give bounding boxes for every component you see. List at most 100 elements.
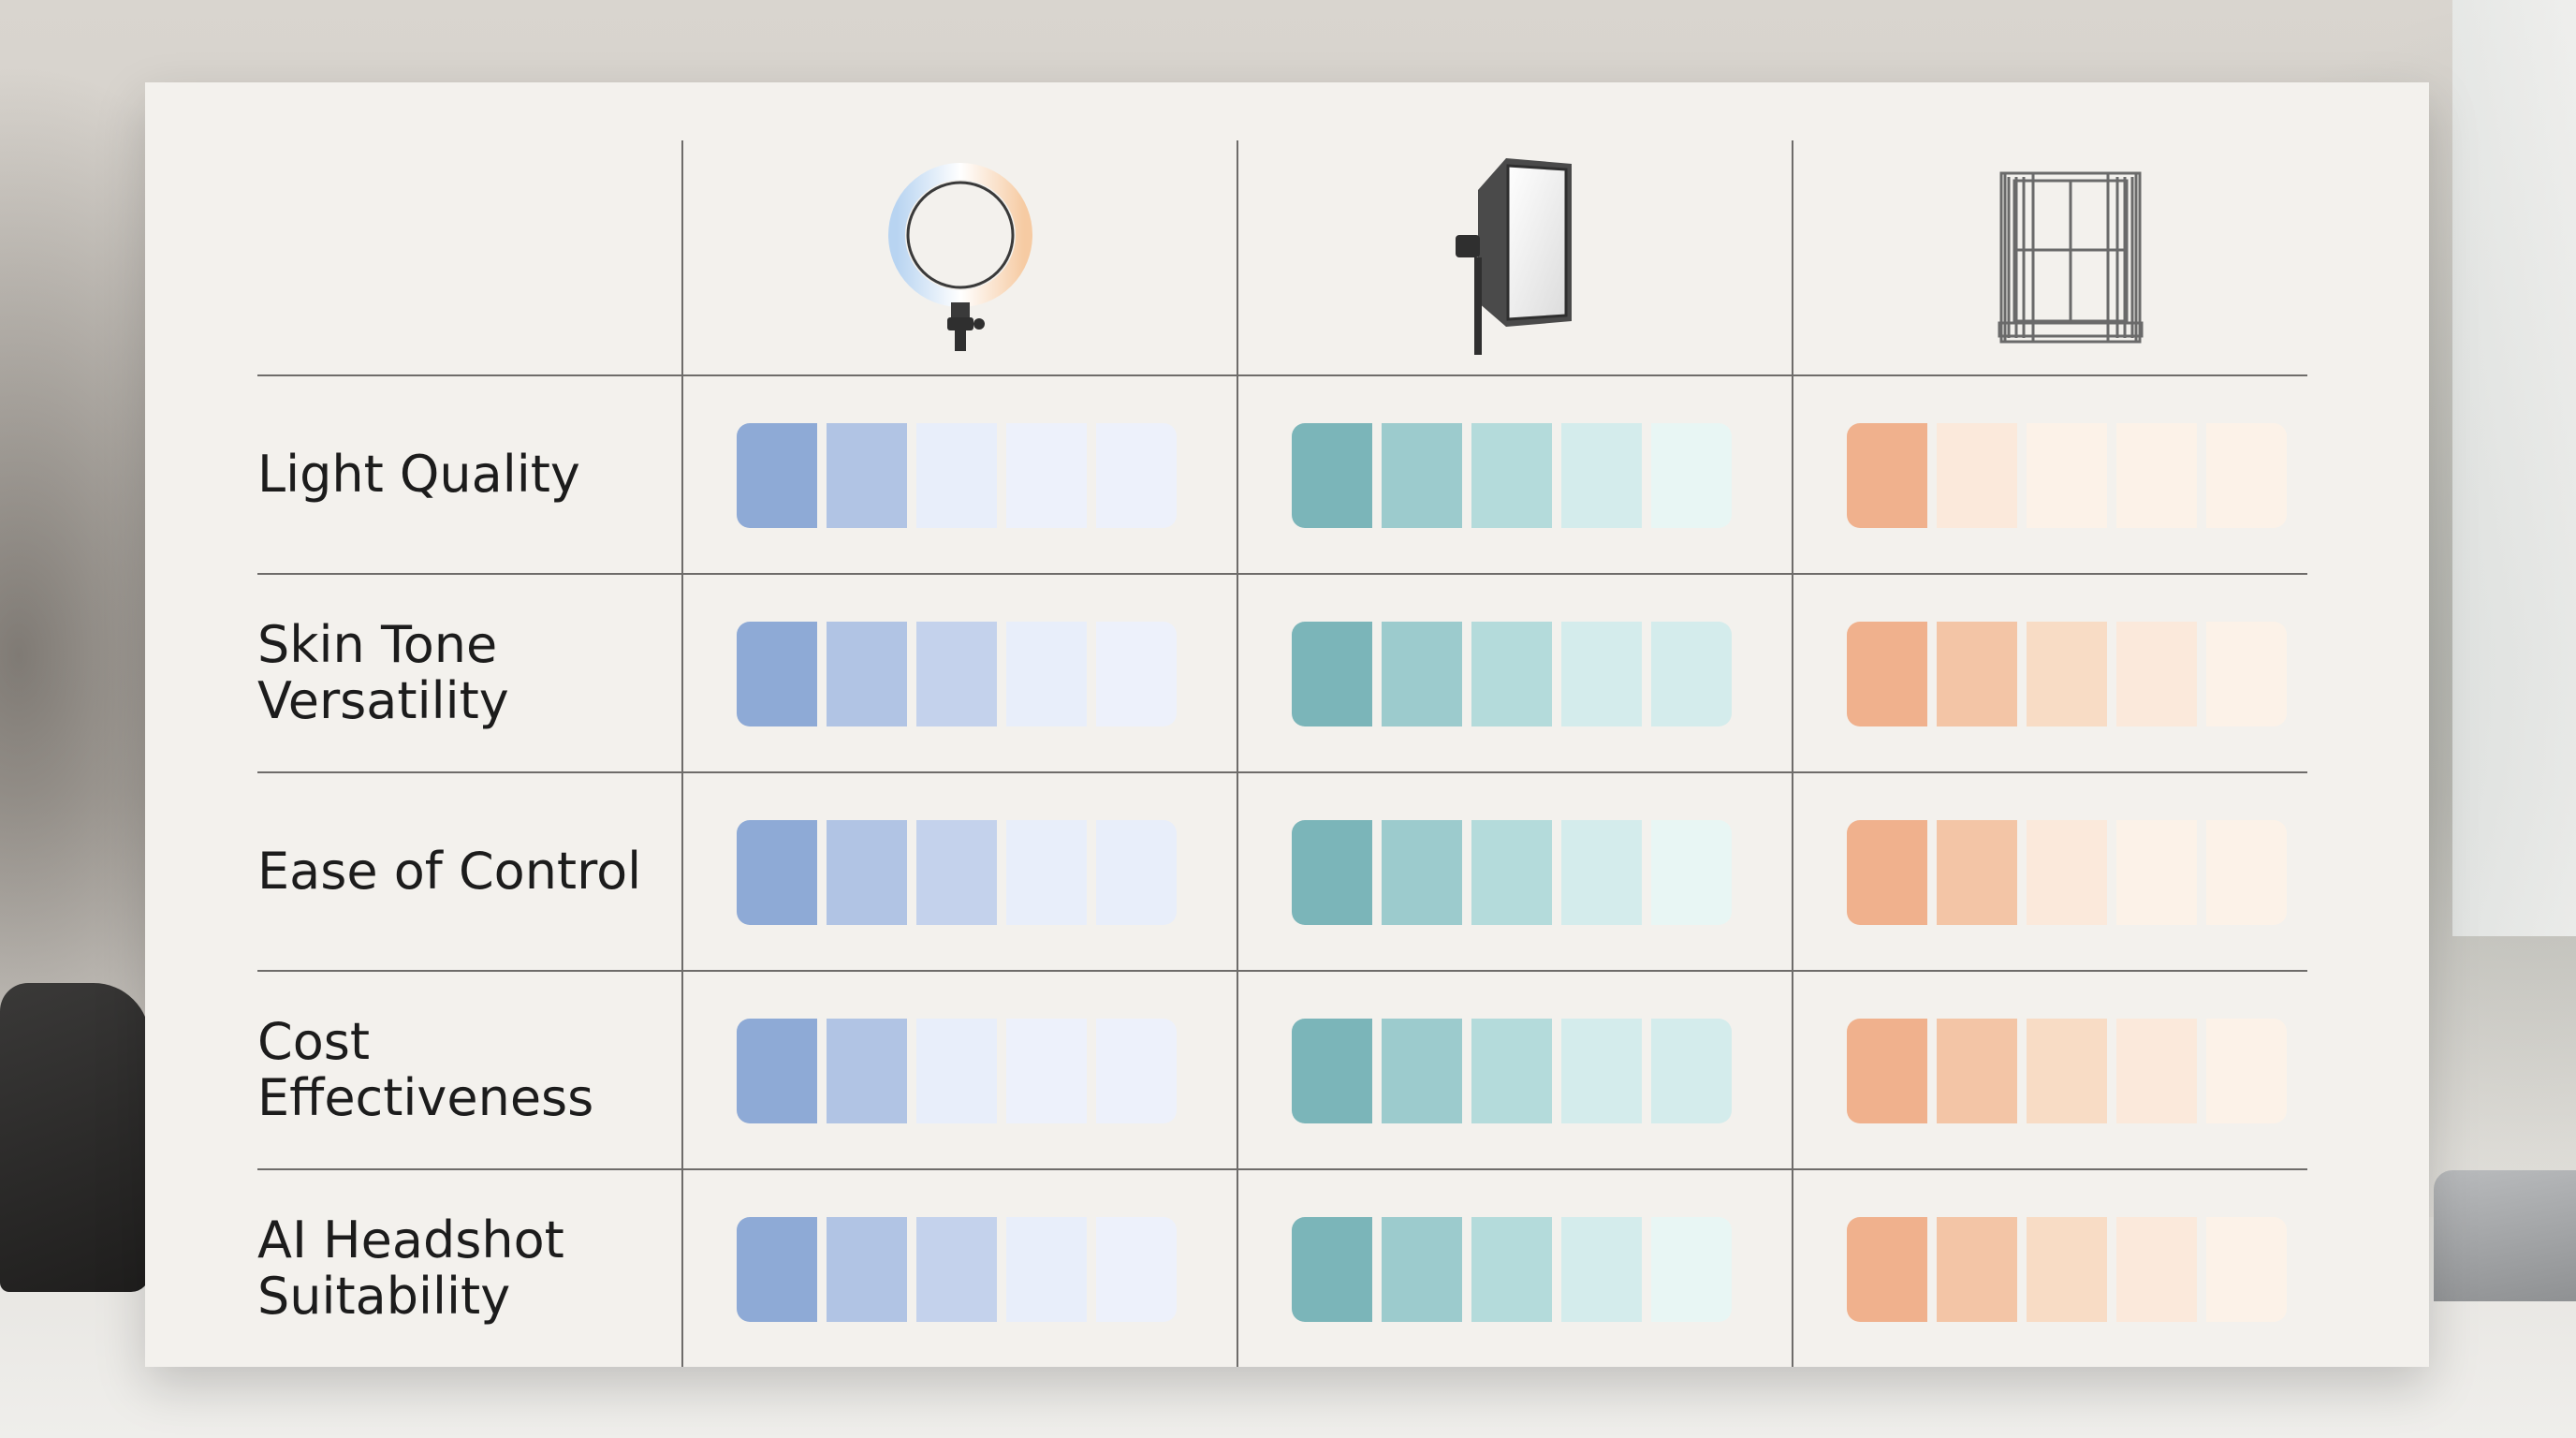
row-label-light-quality: Light Quality — [257, 445, 580, 504]
background-laptop — [2434, 1170, 2576, 1301]
rating-segment — [1292, 622, 1372, 726]
rating-segment — [1382, 423, 1462, 528]
rating-segment — [1561, 423, 1642, 528]
rating-segment — [916, 1019, 997, 1123]
rating-segment — [1937, 622, 2017, 726]
rating-segment — [1651, 820, 1732, 925]
softbox-icon — [1456, 158, 1572, 355]
rating-segment — [916, 423, 997, 528]
rating-segment — [2027, 622, 2107, 726]
rating-segment — [1847, 1019, 1927, 1123]
rating-bar — [1292, 1019, 1749, 1123]
rating-segment — [2027, 1019, 2107, 1123]
rating-segment — [2206, 1019, 2287, 1123]
rating-segment — [1292, 423, 1372, 528]
rating-segment — [1471, 1217, 1552, 1322]
rating-segment — [1096, 1217, 1177, 1322]
rating-segment — [827, 820, 907, 925]
rating-segment — [1471, 423, 1552, 528]
rating-segment — [1096, 820, 1177, 925]
rating-segment — [1096, 423, 1177, 528]
rating-segment — [1006, 820, 1087, 925]
rating-segment — [2116, 423, 2197, 528]
rating-segment — [2206, 820, 2287, 925]
rating-segment — [737, 622, 817, 726]
rating-segment — [2206, 423, 2287, 528]
rating-bar — [737, 820, 1193, 925]
ring-light-icon — [888, 163, 1032, 351]
column-header-ring-light — [683, 139, 1237, 373]
rating-segment — [1096, 622, 1177, 726]
rating-segment — [1651, 1019, 1732, 1123]
rating-segment — [737, 820, 817, 925]
background-window — [2452, 0, 2576, 936]
rating-bar — [1292, 423, 1749, 528]
rating-bar — [1847, 1019, 2304, 1123]
background-camera — [0, 983, 150, 1292]
rating-segment — [2116, 1019, 2197, 1123]
rating-segment — [1382, 622, 1462, 726]
rating-segment — [1937, 820, 2017, 925]
rating-segment — [2027, 423, 2107, 528]
row-label-ai-headshot-suitability: AI Headshot Suitability — [257, 1211, 564, 1326]
rating-segment — [1651, 1217, 1732, 1322]
rating-segment — [1471, 820, 1552, 925]
rating-segment — [1292, 1217, 1372, 1322]
column-header-window — [1793, 139, 2348, 373]
rating-segment — [1847, 820, 1927, 925]
rating-segment — [916, 1217, 997, 1322]
rating-segment — [1937, 1217, 2017, 1322]
rating-segment — [1847, 1217, 1927, 1322]
rating-segment — [737, 1217, 817, 1322]
rating-segment — [1471, 1019, 1552, 1123]
rating-segment — [1292, 1019, 1372, 1123]
rating-segment — [2206, 1217, 2287, 1322]
rating-segment — [1292, 820, 1372, 925]
rating-segment — [1561, 622, 1642, 726]
rating-bar — [1847, 423, 2304, 528]
rating-segment — [1847, 622, 1927, 726]
rating-segment — [1006, 423, 1087, 528]
rating-segment — [737, 1019, 817, 1123]
rating-segment — [2116, 622, 2197, 726]
rating-segment — [1651, 423, 1732, 528]
rating-segment — [1561, 1019, 1642, 1123]
rating-segment — [827, 1217, 907, 1322]
rating-segment — [916, 622, 997, 726]
rating-bar — [1292, 820, 1749, 925]
rating-segment — [827, 1019, 907, 1123]
rating-bar — [1847, 820, 2304, 925]
rating-segment — [1382, 1217, 1462, 1322]
rating-segment — [1382, 1019, 1462, 1123]
rating-segment — [1937, 1019, 2017, 1123]
rating-bar — [1292, 622, 1749, 726]
rating-segment — [2116, 1217, 2197, 1322]
rating-segment — [1006, 1217, 1087, 1322]
rating-segment — [1561, 820, 1642, 925]
comparison-board: Light Quality Skin Tone Versatility Ease… — [145, 82, 2429, 1367]
rating-segment — [1382, 820, 1462, 925]
rating-bar — [1847, 622, 2304, 726]
rating-segment — [2027, 820, 2107, 925]
rating-bar — [737, 1019, 1193, 1123]
rating-segment — [1471, 622, 1552, 726]
rating-segment — [1651, 622, 1732, 726]
rating-segment — [827, 423, 907, 528]
rating-bar — [1847, 1217, 2304, 1322]
rating-segment — [2206, 622, 2287, 726]
column-header-softbox — [1238, 139, 1793, 373]
rating-bar — [737, 1217, 1193, 1322]
rating-segment — [1561, 1217, 1642, 1322]
window-light-icon — [1998, 171, 2144, 344]
rating-segment — [1006, 622, 1087, 726]
rating-bar — [737, 622, 1193, 726]
rating-segment — [2116, 820, 2197, 925]
row-label-ease-of-control: Ease of Control — [257, 842, 642, 901]
rating-segment — [916, 820, 997, 925]
rating-segment — [1096, 1019, 1177, 1123]
rating-segment — [1937, 423, 2017, 528]
rating-segment — [1006, 1019, 1087, 1123]
rating-segment — [1847, 423, 1927, 528]
rating-segment — [827, 622, 907, 726]
row-label-skin-tone-versatility: Skin Tone Versatility — [257, 615, 509, 730]
